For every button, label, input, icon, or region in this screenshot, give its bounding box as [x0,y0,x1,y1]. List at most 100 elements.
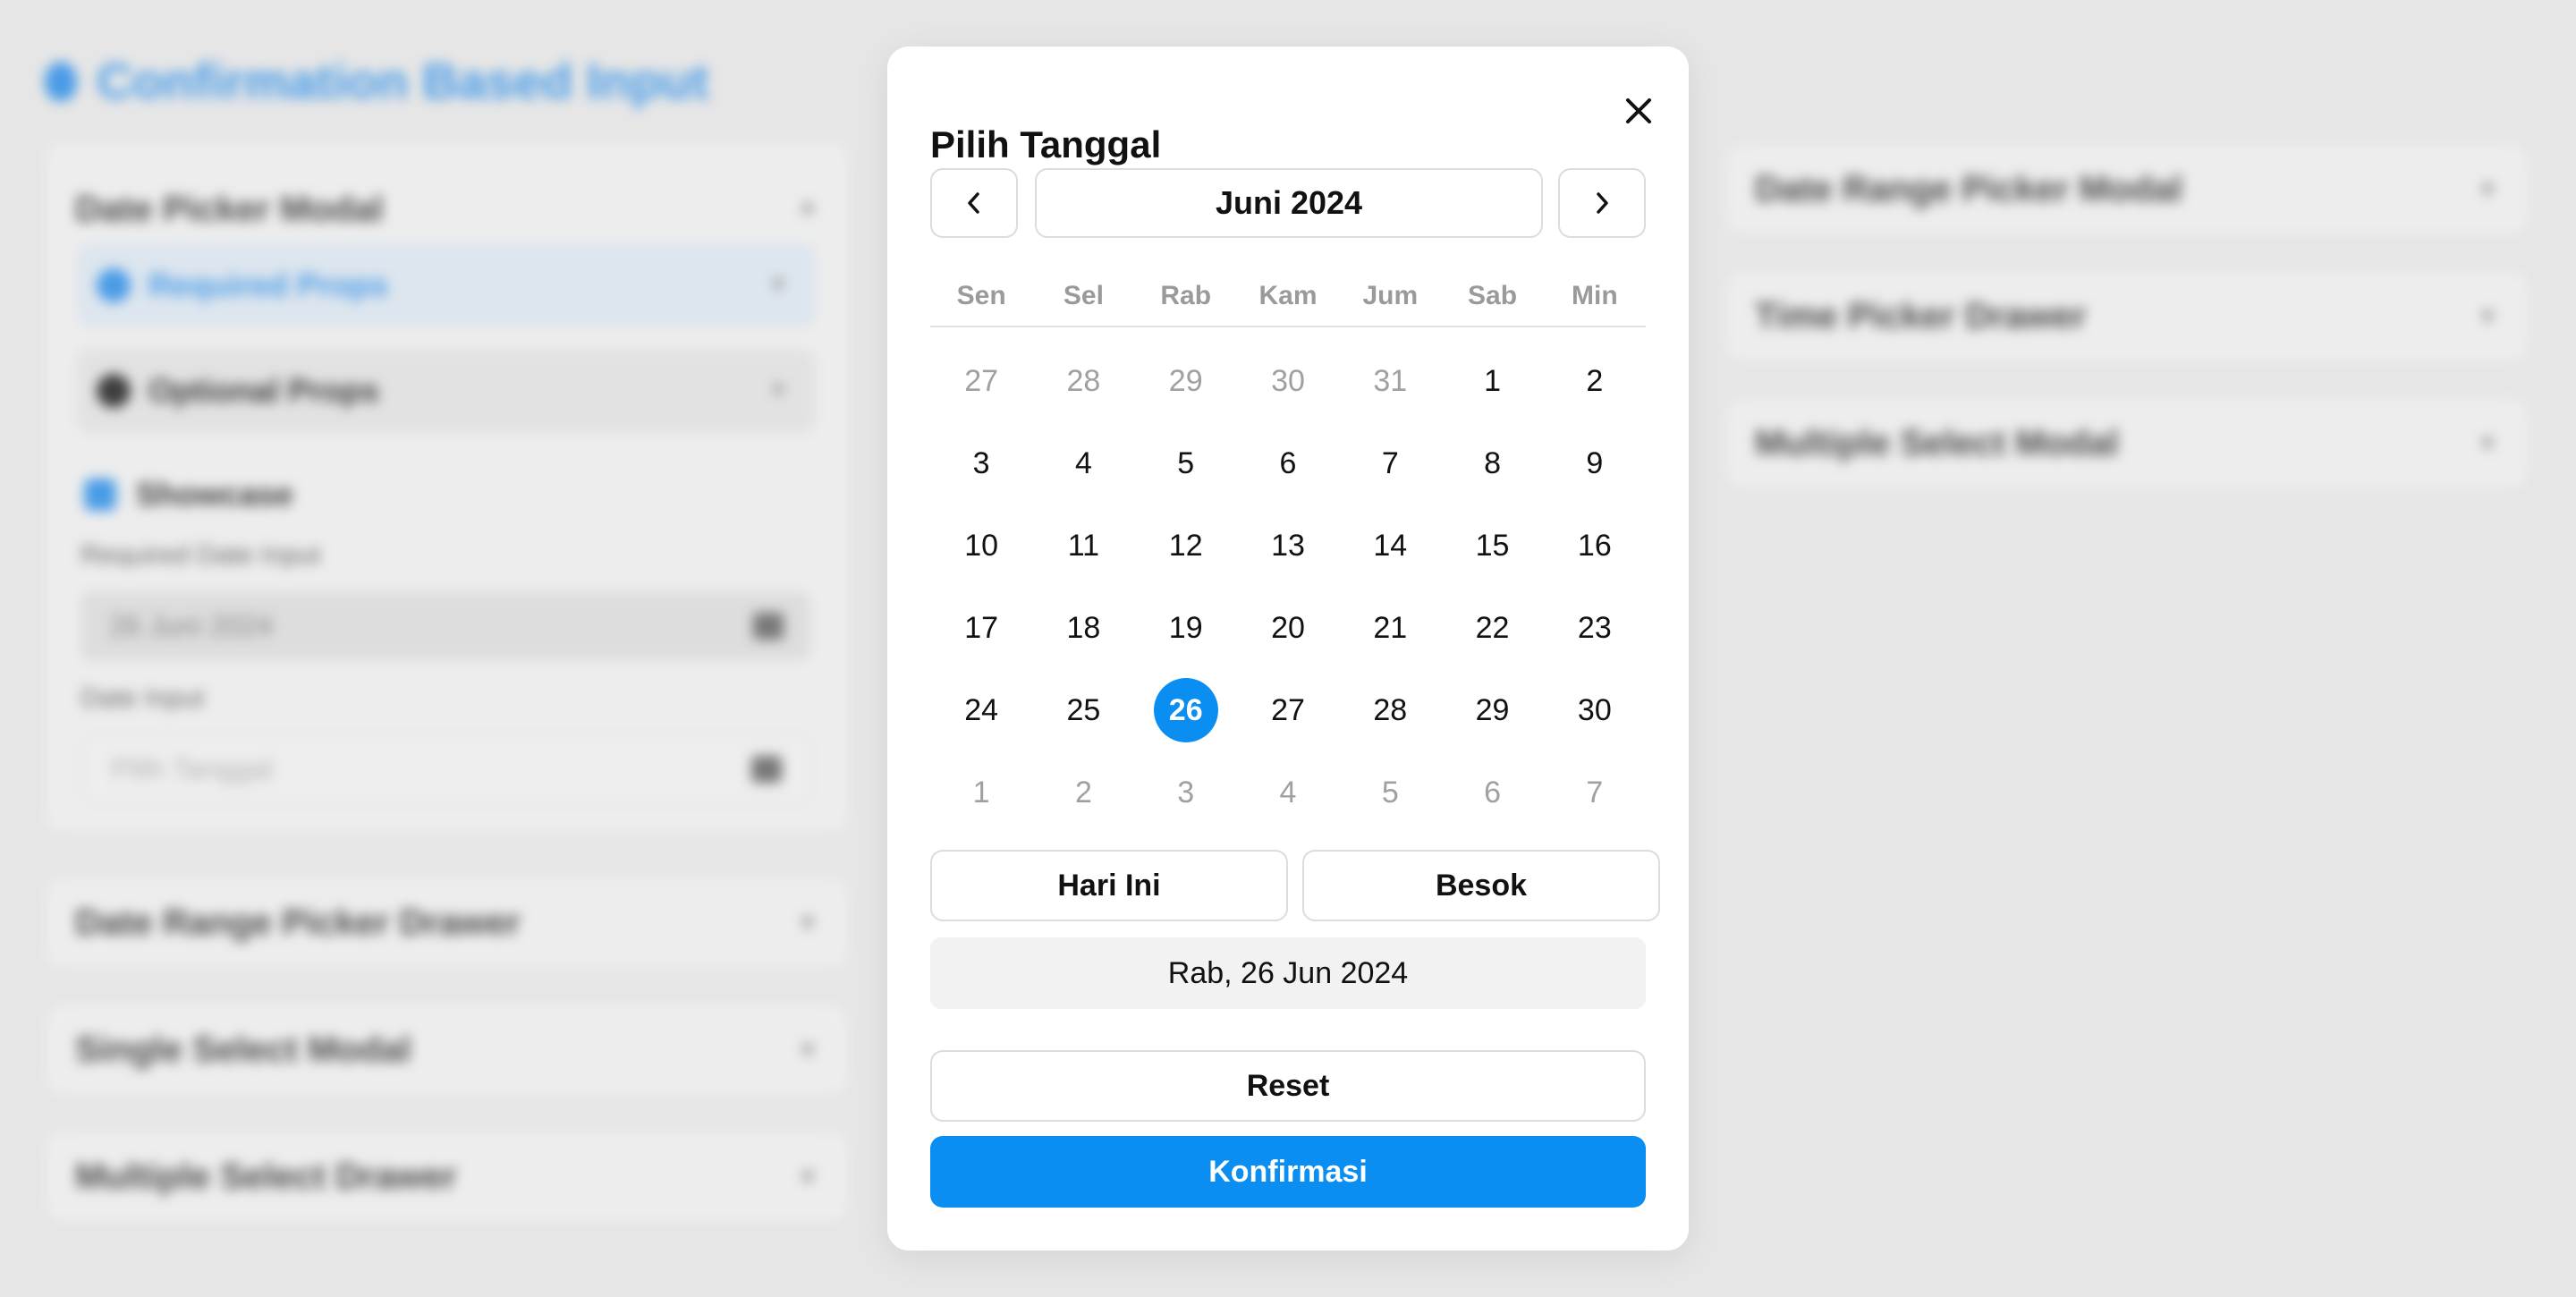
calendar-icon [751,756,782,783]
calendar-day[interactable]: 5 [1135,422,1237,504]
month-year-button[interactable]: Juni 2024 [1035,168,1543,238]
page-title-text: Confirmation Based Input [97,53,709,109]
date-range-picker-modal-section[interactable]: Date Range Picker Modal ▼ [1726,145,2528,234]
calendar-day-number: 16 [1577,528,1612,563]
section-title: Multiple Select Modal [1755,423,2119,463]
calendar-day-number: 24 [964,692,999,727]
reset-button[interactable]: Reset [930,1050,1646,1122]
single-select-modal-section[interactable]: Single Select Modal ▼ [47,1005,848,1095]
calendar-day[interactable]: 21 [1339,587,1441,669]
chevron-down-icon: ▼ [796,1036,819,1064]
calendar-day[interactable]: 23 [1544,587,1646,669]
calendar-day-number: 29 [1475,692,1510,727]
calendar-day-number: 18 [1066,610,1101,645]
calendar-day[interactable]: 4 [1032,422,1134,504]
calendar-day[interactable]: 17 [930,587,1032,669]
calendar-day-outside-month[interactable]: 3 [1135,751,1237,834]
calendar-day[interactable]: 7 [1339,422,1441,504]
calendar-day[interactable]: 27 [1237,669,1339,751]
accordion-label: Optional Props [148,372,380,409]
calendar-day[interactable]: 22 [1441,587,1543,669]
calendar-day[interactable]: 25 [1032,669,1134,751]
calendar-day-outside-month[interactable]: 7 [1544,751,1646,834]
time-picker-drawer-section[interactable]: Time Picker Drawer ▼ [1726,272,2528,361]
calendar-day[interactable]: 24 [930,669,1032,751]
date-picker-modal: Pilih Tanggal Juni 2024 Sen Sel Rab Kam … [887,47,1689,1250]
calendar-day-selected[interactable]: 26 [1135,669,1237,751]
calendar-day[interactable]: 29 [1441,669,1543,751]
accordion-label: Required Props [148,267,389,303]
calendar-day-outside-month[interactable]: 28 [1032,340,1134,422]
multiple-select-drawer-section[interactable]: Multiple Select Drawer ▼ [47,1132,848,1222]
calendar-day-outside-month[interactable]: 2 [1032,751,1134,834]
date-range-picker-drawer-section[interactable]: Date Range Picker Drawer ▼ [47,878,848,968]
calendar-day-outside-month[interactable]: 4 [1237,751,1339,834]
chevron-down-icon: ▼ [796,909,819,937]
calendar-day-number: 15 [1475,528,1510,563]
weekday-label: Jum [1362,281,1419,310]
close-button[interactable] [1610,82,1667,140]
calendar-day-number: 5 [1381,775,1399,810]
confirm-button[interactable]: Konfirmasi [930,1136,1646,1208]
calendar-day-number: 23 [1577,610,1612,645]
calendar-day[interactable]: 8 [1441,422,1543,504]
multiple-select-modal-section[interactable]: Multiple Select Modal ▼ [1726,399,2528,488]
tomorrow-button[interactable]: Besok [1302,850,1660,921]
calendar-day-outside-month[interactable]: 30 [1237,340,1339,422]
weekday-label: Sab [1468,281,1518,310]
weekday-header: Sen Sel Rab Kam Jum Sab Min [930,281,1646,327]
calendar-day[interactable]: 18 [1032,587,1134,669]
calendar-day[interactable]: 12 [1135,504,1237,587]
calendar-day[interactable]: 11 [1032,504,1134,587]
next-month-button[interactable] [1558,168,1646,238]
calendar-day[interactable]: 9 [1544,422,1646,504]
calendar-day[interactable]: 6 [1237,422,1339,504]
calendar-day-outside-month[interactable]: 29 [1135,340,1237,422]
calendar-day-number: 21 [1373,610,1408,645]
calendar-day-number: 3 [1177,775,1195,810]
calendar-day[interactable]: 2 [1544,340,1646,422]
calendar-day[interactable]: 28 [1339,669,1441,751]
calendar-day-outside-month[interactable]: 5 [1339,751,1441,834]
calendar-day-number: 5 [1177,445,1195,480]
close-icon [1626,98,1651,123]
calendar-day-number: 6 [1484,775,1502,810]
section-title: Date Range Picker Drawer [75,903,521,943]
calendar-day[interactable]: 15 [1441,504,1543,587]
calendar-day[interactable]: 20 [1237,587,1339,669]
calendar-day-number: 6 [1279,445,1297,480]
weekday-label: Min [1572,281,1618,310]
calendar-day-number: 26 [1153,678,1218,742]
calendar-day[interactable]: 1 [1441,340,1543,422]
chevron-down-icon: ▼ [767,273,789,297]
optional-props-accordion[interactable]: Optional Props ▼ [77,349,816,433]
today-button[interactable]: Hari Ini [930,850,1288,921]
calendar-day-outside-month[interactable]: 27 [930,340,1032,422]
section-title: Date Picker Modal [75,190,384,229]
weekday-label: Sel [1063,281,1104,310]
calendar-day-number: 2 [1586,363,1604,398]
calendar-day[interactable]: 14 [1339,504,1441,587]
previous-month-button[interactable] [930,168,1018,238]
calendar-day-number: 28 [1066,363,1101,398]
required-props-accordion[interactable]: Required Props ▼ [77,243,816,327]
calendar-day-outside-month[interactable]: 6 [1441,751,1543,834]
calendar-day[interactable]: 3 [930,422,1032,504]
checkbox-icon [84,479,116,511]
calendar-day[interactable]: 19 [1135,587,1237,669]
required-date-input[interactable]: 26 Juni 2024 [80,592,810,660]
calendar-day-number: 30 [1271,363,1305,398]
showcase-checkbox[interactable]: Showcase [84,476,293,513]
calendar-day-outside-month[interactable]: 1 [930,751,1032,834]
date-picker-modal-section[interactable]: Date Picker Modal ▲ Required Props ▼ Opt… [47,143,848,832]
calendar-day[interactable]: 30 [1544,669,1646,751]
date-input[interactable]: Pilih Tanggal [80,735,810,803]
calendar-day-number: 8 [1484,445,1502,480]
calendar-day[interactable]: 13 [1237,504,1339,587]
calendar-day-grid: 27 28 29 30 31 1 2 3 4 5 6 7 8 9 10 11 12 13 14 15 16 17 18 19 2… [930,340,1646,834]
calendar-day-number: 10 [964,528,999,563]
calendar-day[interactable]: 16 [1544,504,1646,587]
calendar-day-outside-month[interactable]: 31 [1339,340,1441,422]
drop-icon [45,61,77,101]
calendar-day[interactable]: 10 [930,504,1032,587]
